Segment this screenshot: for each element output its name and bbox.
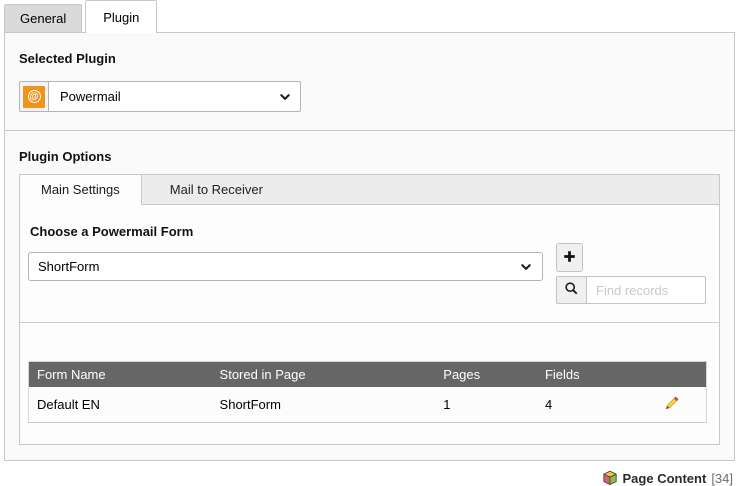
plugin-tab-panel: Selected Plugin @ Powermail Plugin Optio…: [4, 32, 735, 461]
pencil-icon: [664, 395, 680, 414]
cell-pages: 1: [435, 387, 537, 423]
table-row: Default EN ShortForm 1 4: [29, 387, 707, 423]
record-edit-tabs: General Plugin: [0, 0, 739, 32]
column-form-name: Form Name: [29, 362, 212, 388]
cell-stored-in-page: ShortForm: [212, 387, 436, 423]
record-uid-badge: [34]: [711, 471, 733, 486]
table-header-row: Form Name Stored in Page Pages Fields: [29, 362, 707, 388]
selected-plugin-section: Selected Plugin @ Powermail: [5, 33, 734, 131]
tab-main-settings[interactable]: Main Settings: [20, 175, 142, 205]
cell-fields: 4: [537, 387, 639, 423]
tab-mail-to-receiver[interactable]: Mail to Receiver: [142, 175, 291, 204]
powermail-form-select[interactable]: ShortForm: [28, 252, 543, 281]
cell-form-name: Default EN: [29, 387, 212, 423]
plugin-options-heading: Plugin Options: [19, 149, 720, 164]
form-chooser-row: ShortForm: [28, 243, 707, 304]
magnifier-icon: [564, 281, 579, 299]
tab-plugin[interactable]: Plugin: [85, 0, 157, 33]
column-actions: [639, 362, 707, 388]
find-records-group: [556, 276, 706, 304]
chevron-down-icon: [520, 261, 532, 273]
selected-plugin-select[interactable]: Powermail: [48, 81, 301, 112]
form-chooser-section: Choose a Powermail Form ShortForm: [20, 205, 719, 323]
search-button[interactable]: [556, 276, 587, 304]
cell-actions: [639, 387, 707, 423]
chevron-down-icon: [279, 91, 291, 103]
powermail-at-icon: @: [23, 86, 45, 108]
find-records-input[interactable]: [587, 276, 706, 304]
column-stored-in-page: Stored in Page: [212, 362, 436, 388]
record-type-label: Page Content: [623, 471, 707, 486]
plugin-icon-box: @: [19, 81, 48, 112]
column-pages: Pages: [435, 362, 537, 388]
choose-form-heading: Choose a Powermail Form: [30, 224, 707, 239]
selected-plugin-input-group: @ Powermail: [19, 81, 301, 112]
plugin-options-tabbar: Main Settings Mail to Receiver: [20, 175, 719, 205]
form-records-section: Form Name Stored in Page Pages Fields De…: [20, 323, 719, 444]
edit-record-button[interactable]: [664, 395, 680, 414]
plugin-options-tabbox: Main Settings Mail to Receiver Choose a …: [19, 174, 720, 445]
record-tools: [556, 243, 706, 304]
plugin-options-section: Plugin Options Main Settings Mail to Rec…: [5, 131, 734, 460]
selected-plugin-heading: Selected Plugin: [19, 51, 720, 66]
plus-icon: [563, 250, 576, 266]
powermail-form-value: ShortForm: [38, 259, 99, 274]
column-fields: Fields: [537, 362, 639, 388]
add-record-button[interactable]: [556, 243, 583, 272]
form-records-table: Form Name Stored in Page Pages Fields De…: [28, 361, 707, 423]
tab-general[interactable]: General: [4, 4, 82, 32]
selected-plugin-value: Powermail: [60, 89, 121, 104]
